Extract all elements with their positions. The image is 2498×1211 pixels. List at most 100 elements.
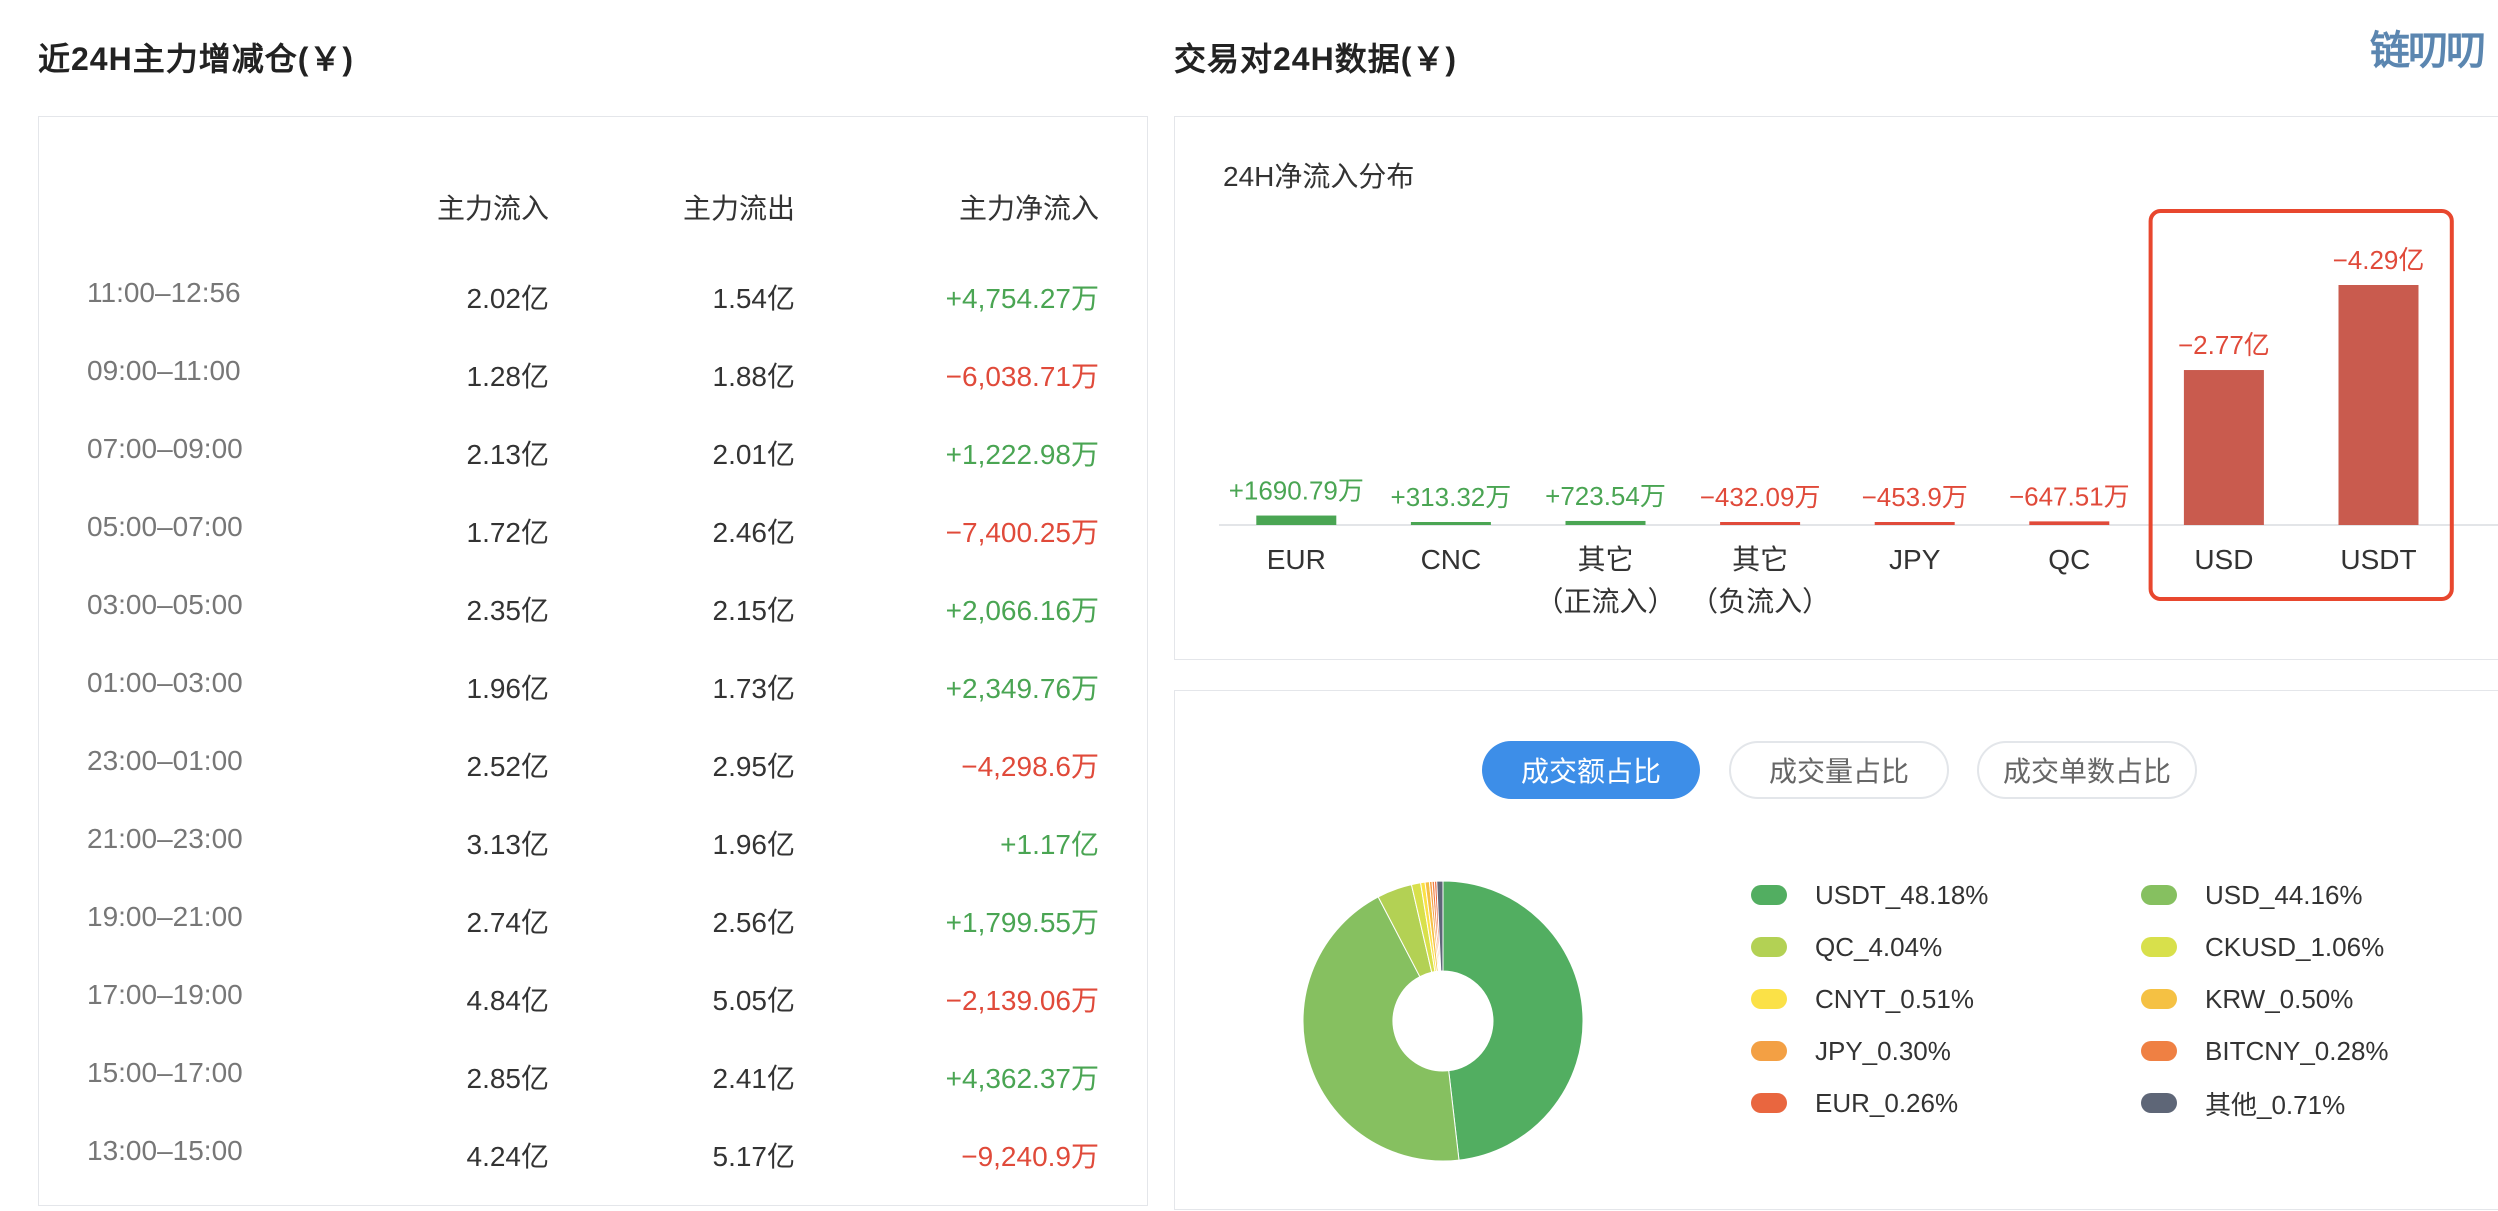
table-row: 03:00–05:00 2.35亿 2.15亿 +2,066.16万 [39, 569, 1147, 647]
legend-label: BITCNY_0.28% [2205, 1035, 2389, 1066]
time-range-cell: 01:00–03:00 [87, 667, 243, 698]
table-row: 17:00–19:00 4.84亿 5.05亿 −2,139.06万 [39, 959, 1147, 1037]
bar[interactable] [1874, 522, 1955, 525]
inflow-cell: 4.24亿 [466, 1141, 550, 1172]
legend-item[interactable]: JPY_0.30% [1751, 1031, 1951, 1071]
bar-value-label: +723.54万 [1545, 481, 1666, 511]
bar-category-label: 其它 [1577, 544, 1633, 575]
legend-item[interactable]: KRW_0.50% [2141, 979, 2353, 1019]
table-row: 09:00–11:00 1.28亿 1.88亿 −6,038.71万 [39, 335, 1147, 413]
time-range-cell: 09:00–11:00 [87, 355, 241, 386]
bar-value-label: −2.77亿 [2178, 330, 2270, 360]
inflow-cell: 2.74亿 [466, 907, 550, 938]
legend-swatch [2141, 885, 2177, 905]
legend-swatch [1751, 989, 1787, 1009]
outflow-cell: 1.96亿 [712, 829, 796, 860]
time-range-cell: 15:00–17:00 [87, 1057, 243, 1088]
bar-category-label: 其它 [1732, 544, 1788, 575]
legend-swatch [1751, 1041, 1787, 1061]
outflow-cell: 2.95亿 [712, 751, 796, 782]
legend-swatch [2141, 937, 2177, 957]
legend-label: USDT_48.18% [1815, 879, 1989, 910]
bar[interactable] [2183, 370, 2264, 525]
legend-item[interactable]: QC_4.04% [1751, 927, 1942, 967]
legend-label: EUR_0.26% [1815, 1087, 1959, 1118]
bar-value-label: −647.51万 [2009, 481, 2130, 511]
net-inflow-cell: +4,362.37万 [945, 1063, 1099, 1094]
net-inflow-cell: +2,349.76万 [945, 673, 1099, 704]
bar[interactable] [1720, 522, 1801, 525]
right-section-title: 交易对24H数据(￥) [1174, 41, 1458, 77]
time-range-cell: 13:00–15:00 [87, 1135, 243, 1166]
time-range-cell: 19:00–21:00 [87, 901, 243, 932]
inflow-cell: 4.84亿 [466, 985, 550, 1016]
bar-category-label: JPY [1889, 544, 1941, 575]
inflow-cell: 1.96亿 [466, 673, 550, 704]
outflow-cell: 2.56亿 [712, 907, 796, 938]
net-inflow-cell: −9,240.9万 [961, 1141, 1099, 1172]
inflow-cell: 3.13亿 [466, 829, 550, 860]
bar[interactable] [1410, 522, 1491, 525]
time-range-cell: 23:00–01:00 [87, 745, 243, 776]
table-row: 07:00–09:00 2.13亿 2.01亿 +1,222.98万 [39, 413, 1147, 491]
outflow-cell: 1.54亿 [712, 283, 796, 314]
bar[interactable] [1256, 515, 1337, 525]
table-row: 13:00–15:00 4.24亿 5.17亿 −9,240.9万 [39, 1115, 1147, 1193]
legend-swatch [2141, 1093, 2177, 1113]
time-range-cell: 17:00–19:00 [87, 979, 243, 1010]
outflow-cell: 2.41亿 [712, 1063, 796, 1094]
net-inflow-cell: +1,799.55万 [945, 907, 1099, 938]
main-flow-table: 主力流入 主力流出 主力净流入 11:00–12:56 2.02亿 1.54亿 +4,… [38, 116, 1148, 1206]
legend-label: KRW_0.50% [2205, 983, 2354, 1014]
net-inflow-cell: −7,400.25万 [945, 517, 1099, 548]
bar-value-label: +313.32万 [1391, 482, 1512, 512]
legend-item[interactable]: EUR_0.26% [1751, 1083, 1958, 1123]
legend-swatch [2141, 1041, 2177, 1061]
pie-slice[interactable] [1442, 880, 1584, 1161]
outflow-cell: 5.17亿 [712, 1141, 796, 1172]
bar-category-label: CNC [1421, 544, 1482, 575]
site-logo[interactable]: 链叨叨 [2370, 18, 2486, 76]
legend-label: USD_44.16% [2205, 879, 2363, 910]
time-range-cell: 11:00–12:56 [87, 277, 241, 308]
header-inflow: 主力流入 [436, 193, 549, 224]
legend-swatch [2141, 989, 2177, 1009]
header-net-inflow: 主力净流入 [958, 193, 1099, 224]
inflow-cell: 2.13亿 [466, 439, 550, 470]
legend-label: JPY_0.30% [1815, 1035, 1951, 1066]
legend-item[interactable]: BITCNY_0.28% [2141, 1031, 2389, 1071]
table-row: 21:00–23:00 3.13亿 1.96亿 +1.17亿 [39, 803, 1147, 881]
bar[interactable] [2029, 521, 2110, 525]
bar-value-label: +1690.79万 [1229, 476, 1364, 506]
legend-item[interactable]: 其他_0.71% [2141, 1083, 2345, 1123]
inflow-cell: 2.85亿 [466, 1063, 550, 1094]
table-row: 05:00–07:00 1.72亿 2.46亿 −7,400.25万 [39, 491, 1147, 569]
net-inflow-bar-chart: +1690.79万 EUR +313.32万 CNC +723.54万其它 （正流入） −4… [1219, 209, 2498, 617]
table-row: 11:00–12:56 2.02亿 1.54亿 +4,754.27万 [39, 257, 1147, 335]
outflow-cell: 2.15亿 [712, 595, 796, 626]
net-inflow-cell: −6,038.71万 [945, 361, 1099, 392]
legend-swatch [1751, 885, 1787, 905]
bar-category-label: EUR [1267, 544, 1326, 575]
outflow-cell: 2.01亿 [712, 439, 796, 470]
legend-item[interactable]: USD_44.16% [2141, 875, 2363, 915]
net-inflow-cell: −4,298.6万 [961, 751, 1099, 782]
legend-swatch [1751, 937, 1787, 957]
table-row: 19:00–21:00 2.74亿 2.56亿 +1,799.55万 [39, 881, 1147, 959]
time-range-cell: 07:00–09:00 [87, 433, 243, 464]
bar[interactable] [1565, 520, 1646, 525]
legend-item[interactable]: CNYT_0.51% [1751, 979, 1974, 1019]
outflow-cell: 1.73亿 [712, 673, 796, 704]
inflow-cell: 2.02亿 [466, 283, 550, 314]
legend-label: QC_4.04% [1815, 931, 1943, 962]
legend-item[interactable]: CKUSD_1.06% [2141, 927, 2384, 967]
bar-category-label: （正流入） [1535, 586, 1675, 617]
table-row: 15:00–17:00 2.85亿 2.41亿 +4,362.37万 [39, 1037, 1147, 1115]
bar[interactable] [2338, 285, 2419, 525]
header-outflow: 主力流出 [682, 193, 795, 224]
bar-value-label: −453.9万 [1862, 482, 1968, 512]
inflow-cell: 2.35亿 [466, 595, 550, 626]
net-inflow-cell: −2,139.06万 [945, 985, 1099, 1016]
table-row: 23:00–01:00 2.52亿 2.95亿 −4,298.6万 [39, 725, 1147, 803]
legend-item[interactable]: USDT_48.18% [1751, 875, 1988, 915]
